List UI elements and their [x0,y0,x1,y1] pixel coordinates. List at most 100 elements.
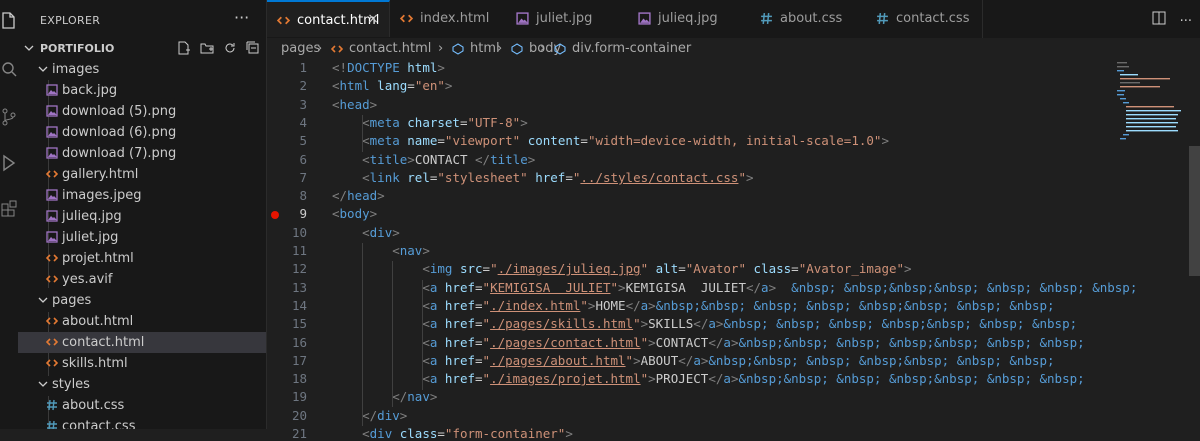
code-token: < [392,243,400,258]
code-token: = [565,170,573,185]
more-actions-button[interactable]: ··· [1180,14,1192,29]
code-token: href [444,371,476,386]
tree-item-label: download (6).png [62,125,177,140]
file-back-jpg[interactable]: back.jpg [18,80,266,101]
tab-index-html[interactable]: index.html [390,0,507,38]
minimap[interactable] [1117,60,1187,429]
folder-pages[interactable]: pages [18,290,266,311]
code-line: <img src="./images/julieq.jpg" alt="Avat… [332,261,911,276]
search-icon[interactable] [0,58,18,82]
image-file-icon [46,189,58,202]
code-token: title [490,152,528,167]
code-token: < [362,115,370,130]
vertical-scrollbar[interactable] [1189,146,1200,276]
image-file-icon [638,12,652,26]
line-number: 7 [299,170,307,185]
file-gallery-html[interactable]: gallery.html [18,164,266,185]
new-folder-icon[interactable] [200,41,214,55]
close-tab-icon[interactable]: × [367,11,379,27]
code-token: = [475,371,483,386]
source-control-icon[interactable] [0,106,18,130]
code-token: ABOUT [640,353,679,368]
file-julieq-jpg[interactable]: julieq.jpg [18,206,266,227]
files-icon[interactable] [0,10,18,34]
explorer-more-button[interactable]: ··· [234,8,249,27]
code-token: </ [362,408,378,423]
code-token: = [580,133,588,148]
file-contact-html[interactable]: contact.html [18,332,266,353]
breadcrumb-item[interactable]: contact.html [349,41,431,56]
file-projet-html[interactable]: projet.html [18,248,266,269]
code-token: CONTACT [655,335,709,350]
css-file-icon [760,12,774,26]
tab-contact-css[interactable]: contact.css [866,0,983,38]
new-file-icon[interactable] [177,41,191,55]
file-juliet-jpg[interactable]: juliet.jpg [18,227,266,248]
file-download-5-png[interactable]: download (5).png [18,101,266,122]
split-editor-icon[interactable] [1152,11,1166,29]
file-skills-html[interactable]: skills.html [18,353,266,374]
code-line: <body> [332,206,377,221]
refresh-icon[interactable] [223,41,237,55]
code-token: </ [693,316,709,331]
tab-julieq-jpg[interactable]: julieq.jpg [628,0,751,38]
code-token: ./pages/about.html [490,353,626,368]
image-file-icon [46,231,58,244]
line-number: 16 [291,335,307,350]
workspace-root-folder[interactable]: PORTIFOLIO [18,38,266,59]
file-about-css[interactable]: about.css [18,395,266,416]
line-number: 3 [299,97,307,112]
html-file-icon [45,315,59,328]
code-token: = [407,78,415,93]
file-images-jpeg[interactable]: images.jpeg [18,185,266,206]
breadcrumb-item[interactable]: pages [281,41,320,56]
html-file-icon [45,273,59,286]
code-token: link [369,170,400,185]
code-token: class [753,261,792,276]
file-contact-css[interactable]: contact.css [18,416,266,429]
code-token: > [369,206,378,221]
indent-guide [362,243,363,426]
run-debug-icon[interactable] [0,152,18,176]
file-download-7-png[interactable]: download (7).png [18,143,266,164]
collapse-all-icon[interactable] [246,41,260,55]
css-file-icon [46,399,58,412]
code-token: "viewport" [444,133,521,148]
breakpoint-dot[interactable] [271,211,279,219]
html-file-icon [45,252,59,265]
tab-about-css[interactable]: about.css [750,0,867,38]
code-token: < [362,133,370,148]
code-token: > [648,298,656,313]
tab-label: about.css [780,11,843,26]
tab-contact-html[interactable]: contact.html × [267,0,390,37]
code-editor[interactable]: 1 <!DOCTYPE html> 2 <html lang="en"> 3 <head>… [267,60,1200,441]
element-symbol-icon [511,43,523,59]
file-about-html[interactable]: about.html [18,311,266,332]
extensions-icon[interactable] [0,198,18,222]
code-token: </ [745,280,762,295]
line-number: 21 [291,426,307,441]
code-token: > [407,152,415,167]
breadcrumb-item[interactable]: div.form-container [572,41,691,56]
code-token: " [580,298,588,313]
explorer-sidebar: EXPLORER ··· PORTIFOLIO images back.jpg do… [18,0,267,429]
folder-images[interactable]: images [18,59,266,80]
tab-juliet-jpg[interactable]: juliet.jpg [506,0,629,38]
folder-styles[interactable]: styles [18,374,266,395]
code-token: > [429,389,438,404]
code-token: a [708,316,716,331]
file-yes-avif[interactable]: yes.avif [18,269,266,290]
breadcrumb-item[interactable]: html [470,41,500,56]
file-download-6-png[interactable]: download (6).png [18,122,266,143]
